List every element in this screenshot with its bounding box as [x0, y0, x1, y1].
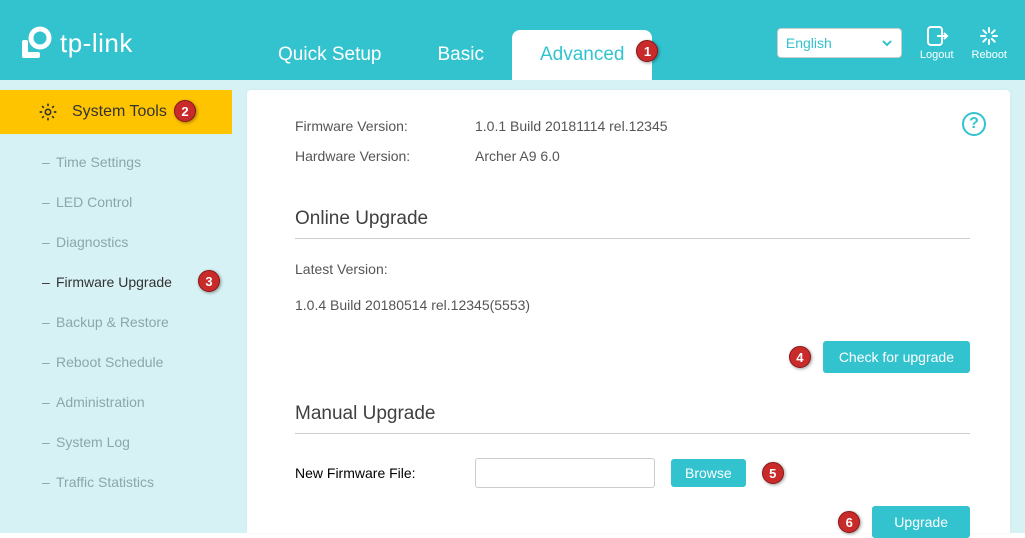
- upgrade-button[interactable]: Upgrade: [872, 506, 970, 538]
- firmware-version-row: Firmware Version: 1.0.1 Build 20181114 r…: [295, 118, 970, 134]
- logout-button[interactable]: Logout: [920, 25, 954, 61]
- check-upgrade-row: 4 Check for upgrade: [295, 341, 970, 373]
- sidebar-item-system-log[interactable]: System Log: [0, 422, 232, 462]
- firmware-version-value: 1.0.1 Build 20181114 rel.12345: [475, 118, 668, 134]
- upgrade-row: 6 Upgrade: [295, 506, 970, 538]
- sidebar-item-label: Reboot Schedule: [56, 354, 163, 370]
- tab-quick-setup[interactable]: Quick Setup: [250, 30, 410, 80]
- annotation-1: 1: [636, 40, 658, 62]
- new-firmware-label: New Firmware File:: [295, 465, 459, 481]
- body-wrap: System Tools 2 Time Settings LED Control…: [0, 80, 1025, 533]
- help-icon[interactable]: ?: [962, 112, 986, 136]
- annotation-4: 4: [789, 346, 811, 368]
- main-tabs: Quick Setup Basic Advanced 1: [250, 30, 652, 80]
- sidebar-item-label: Diagnostics: [56, 234, 128, 250]
- tab-advanced-label: Advanced: [540, 44, 625, 65]
- app-header: tp-link Quick Setup Basic Advanced 1 Eng…: [0, 0, 1025, 80]
- sidebar-item-administration[interactable]: Administration: [0, 382, 232, 422]
- brand-logo: tp-link: [18, 25, 133, 61]
- language-select[interactable]: English: [777, 28, 902, 58]
- annotation-6: 6: [838, 511, 860, 533]
- hardware-version-value: Archer A9 6.0: [475, 148, 560, 164]
- annotation-3: 3: [198, 270, 220, 292]
- logout-label: Logout: [920, 49, 954, 61]
- annotation-2: 2: [174, 100, 196, 122]
- sidebar-item-traffic-statistics[interactable]: Traffic Statistics: [0, 462, 232, 502]
- sidebar: System Tools 2 Time Settings LED Control…: [0, 80, 232, 533]
- firmware-version-label: Firmware Version:: [295, 118, 475, 134]
- check-for-upgrade-button[interactable]: Check for upgrade: [823, 341, 970, 373]
- sidebar-item-label: Backup & Restore: [56, 314, 169, 330]
- sidebar-category-label: System Tools: [72, 103, 167, 121]
- sidebar-item-led-control[interactable]: LED Control: [0, 182, 232, 222]
- sidebar-item-diagnostics[interactable]: Diagnostics: [0, 222, 232, 262]
- chevron-down-icon: [881, 37, 893, 49]
- reboot-label: Reboot: [972, 49, 1007, 61]
- sidebar-item-firmware-upgrade[interactable]: Firmware Upgrade 3: [0, 262, 232, 302]
- latest-version-value: 1.0.4 Build 20180514 rel.12345(5553): [295, 297, 970, 313]
- main-panel: ? Firmware Version: 1.0.1 Build 20181114…: [247, 90, 1010, 533]
- language-selected: English: [786, 35, 832, 51]
- tab-basic[interactable]: Basic: [410, 30, 512, 80]
- sidebar-category-system-tools[interactable]: System Tools 2: [0, 90, 232, 134]
- sidebar-item-label: Traffic Statistics: [56, 474, 154, 490]
- header-right: English Logout Reboot: [777, 25, 1007, 61]
- reboot-button[interactable]: Reboot: [972, 25, 1007, 61]
- browse-button[interactable]: Browse: [671, 459, 746, 487]
- sidebar-item-label: System Log: [56, 434, 130, 450]
- sidebar-item-time-settings[interactable]: Time Settings: [0, 142, 232, 182]
- logout-icon: [925, 25, 949, 47]
- tab-advanced[interactable]: Advanced 1: [512, 30, 653, 80]
- hardware-version-row: Hardware Version: Archer A9 6.0: [295, 148, 970, 164]
- sidebar-item-reboot-schedule[interactable]: Reboot Schedule: [0, 342, 232, 382]
- reboot-icon: [977, 25, 1001, 47]
- gear-icon: [38, 102, 58, 122]
- new-firmware-file-input[interactable]: [475, 458, 655, 488]
- online-upgrade-title: Online Upgrade: [295, 208, 970, 239]
- sidebar-item-label: LED Control: [56, 194, 132, 210]
- latest-version-label: Latest Version:: [295, 261, 970, 277]
- new-firmware-row: New Firmware File: Browse 5: [295, 458, 970, 488]
- hardware-version-label: Hardware Version:: [295, 148, 475, 164]
- sidebar-item-label: Administration: [56, 394, 145, 410]
- sidebar-item-backup-restore[interactable]: Backup & Restore: [0, 302, 232, 342]
- tp-link-icon: [18, 26, 52, 60]
- sidebar-item-label: Time Settings: [56, 154, 141, 170]
- manual-upgrade-title: Manual Upgrade: [295, 403, 970, 434]
- latest-version-block: Latest Version: 1.0.4 Build 20180514 rel…: [295, 261, 970, 313]
- brand-text: tp-link: [60, 28, 133, 59]
- annotation-5: 5: [762, 462, 784, 484]
- sidebar-item-label: Firmware Upgrade: [56, 274, 172, 290]
